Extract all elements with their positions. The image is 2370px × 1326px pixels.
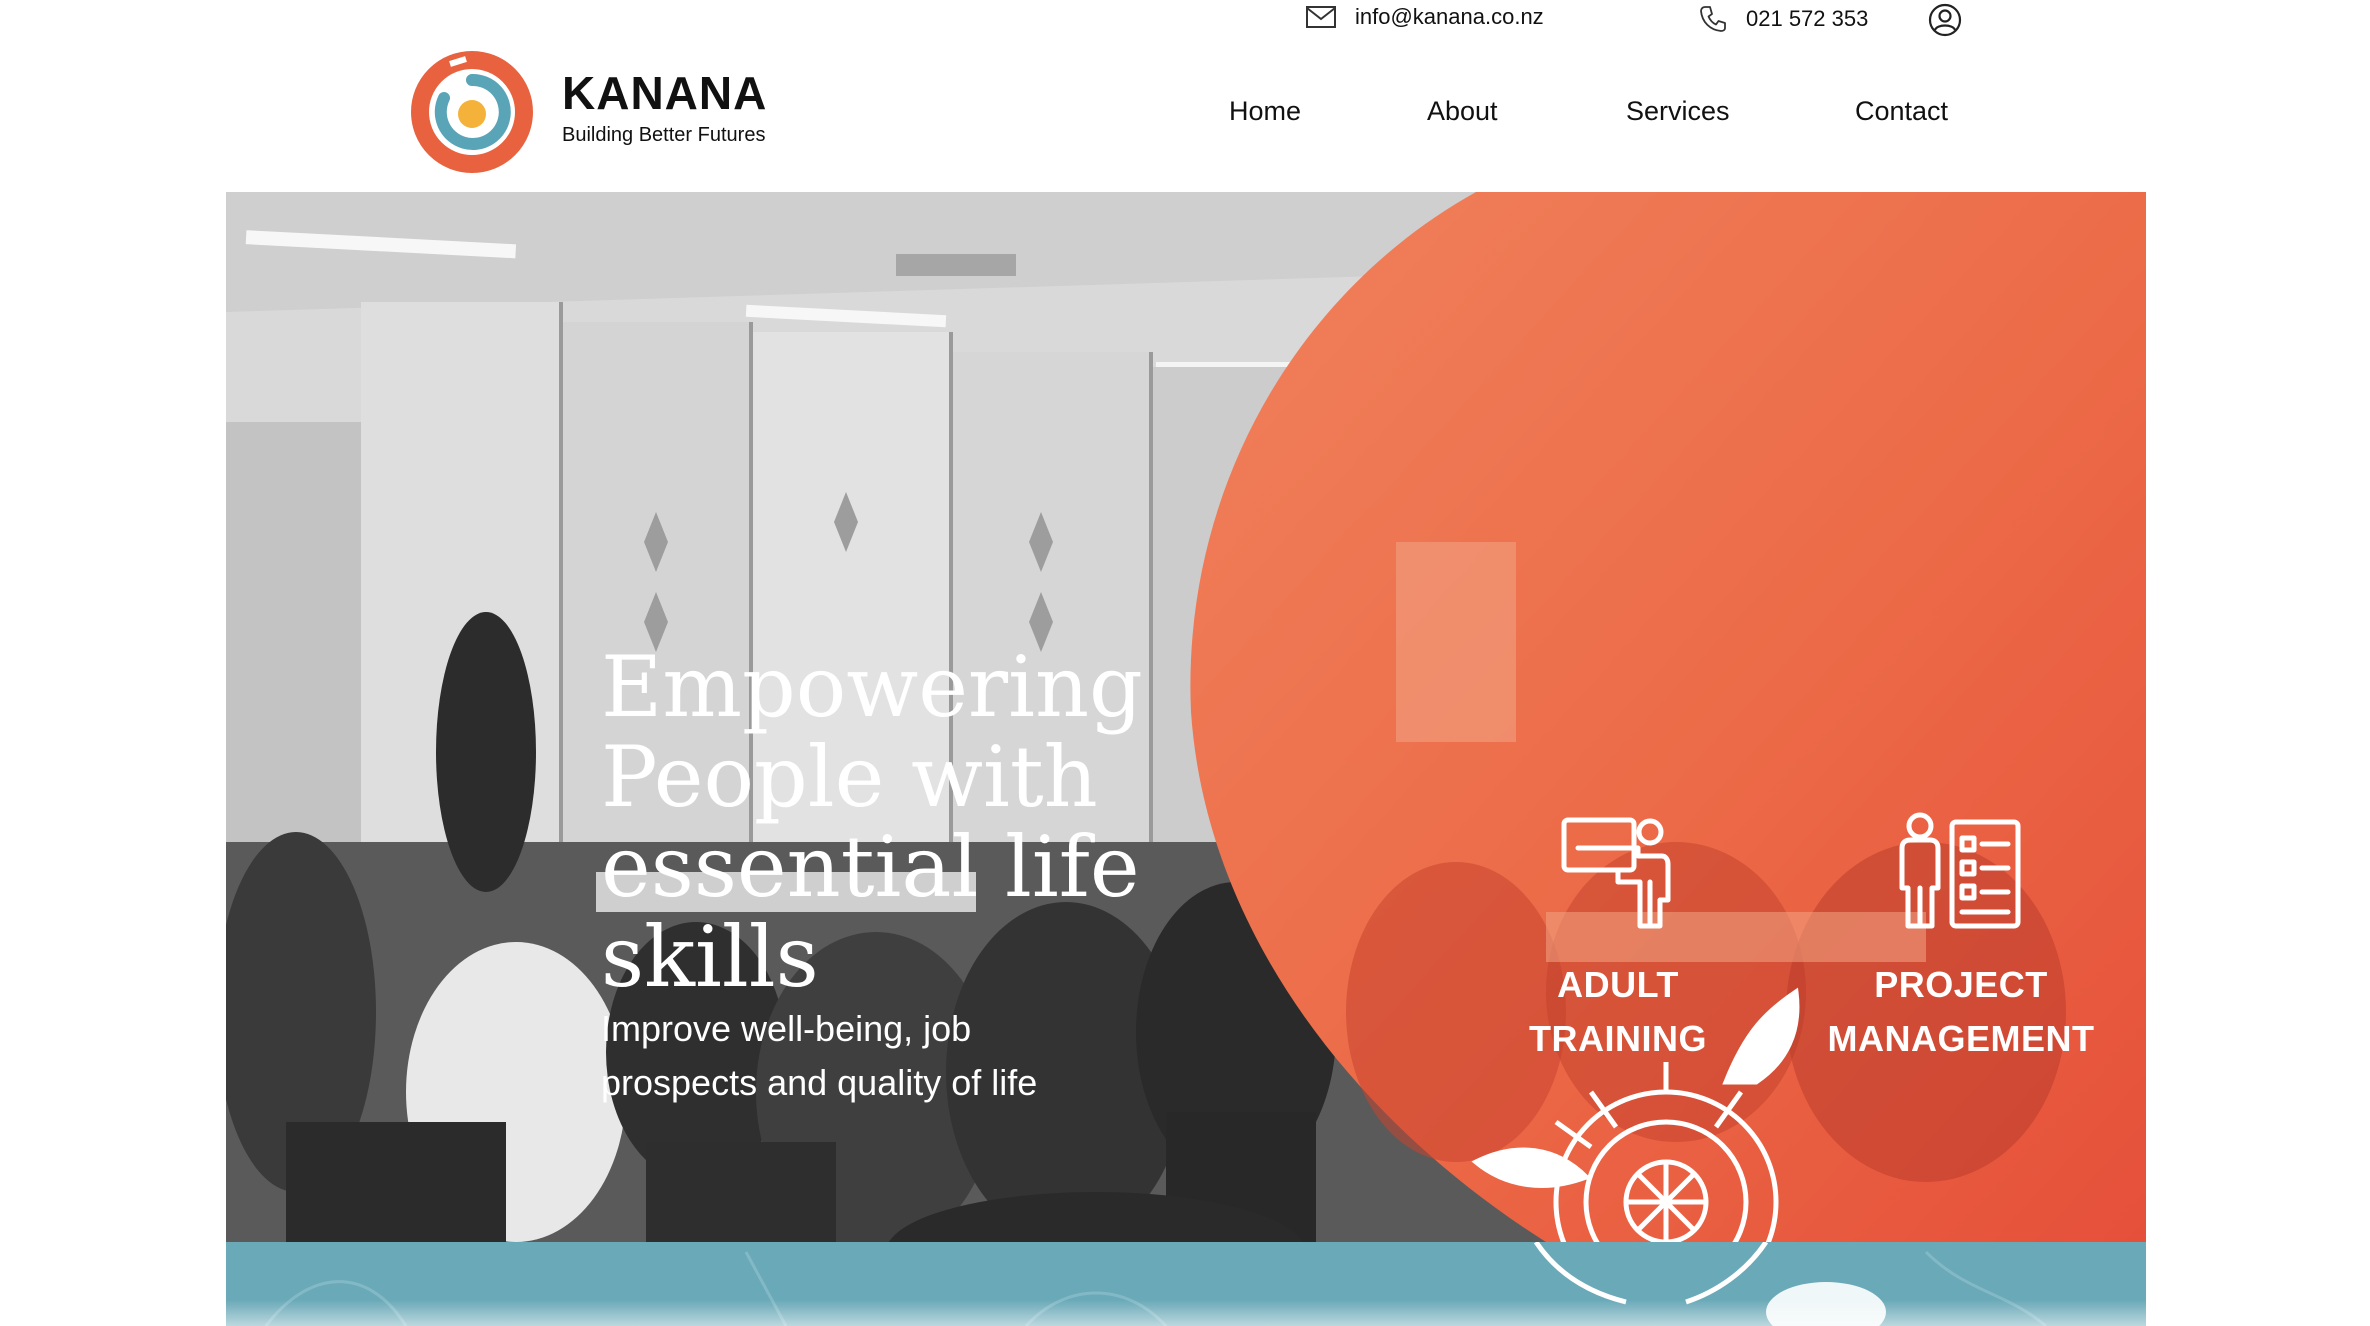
service-project-line2: MANAGEMENT — [1827, 1018, 2095, 1059]
envelope-icon — [1306, 6, 1336, 28]
account-button[interactable] — [1928, 3, 1962, 42]
user-account-icon — [1928, 3, 1962, 37]
email-contact[interactable]: info@kanana.co.nz — [1305, 4, 1544, 30]
service-adult-training[interactable]: ADULT TRAINING — [1468, 802, 1768, 1066]
brand-name[interactable]: KANANA — [562, 66, 767, 120]
hero-banner: Empowering People with essential life sk… — [226, 192, 2146, 1242]
nav-about[interactable]: About — [1427, 96, 1498, 127]
phone-icon — [1700, 6, 1726, 32]
nav-contact[interactable]: Contact — [1855, 96, 1948, 127]
brand-tagline: Building Better Futures — [562, 124, 766, 146]
email-link[interactable]: info@kanana.co.nz — [1355, 4, 1544, 30]
hero-title: Empowering People with essential life sk… — [601, 638, 1143, 1006]
logo-mark[interactable] — [410, 50, 534, 174]
phone-contact[interactable]: 021 572 353 — [1698, 4, 1868, 34]
nav-home[interactable]: Home — [1229, 96, 1301, 127]
service-adult-line2: TRAINING — [1529, 1018, 1707, 1059]
service-project-line1: PROJECT — [1874, 964, 2048, 1005]
service-adult-line1: ADULT — [1557, 964, 1679, 1005]
nav-services[interactable]: Services — [1626, 96, 1730, 127]
kanana-logo-icon — [411, 51, 533, 173]
hero-subtitle: Improve well-being, job prospects and qu… — [601, 1008, 1038, 1103]
bottom-fade — [0, 1300, 2370, 1326]
person-checklist-icon — [1899, 812, 2021, 929]
contact-bar: info@kanana.co.nz 021 572 353 — [0, 0, 2370, 40]
trainer-presentation-icon — [1561, 817, 1671, 929]
phone-link[interactable]: 021 572 353 — [1746, 6, 1868, 32]
service-project-management[interactable]: PROJECT MANAGEMENT — [1811, 802, 2111, 1066]
